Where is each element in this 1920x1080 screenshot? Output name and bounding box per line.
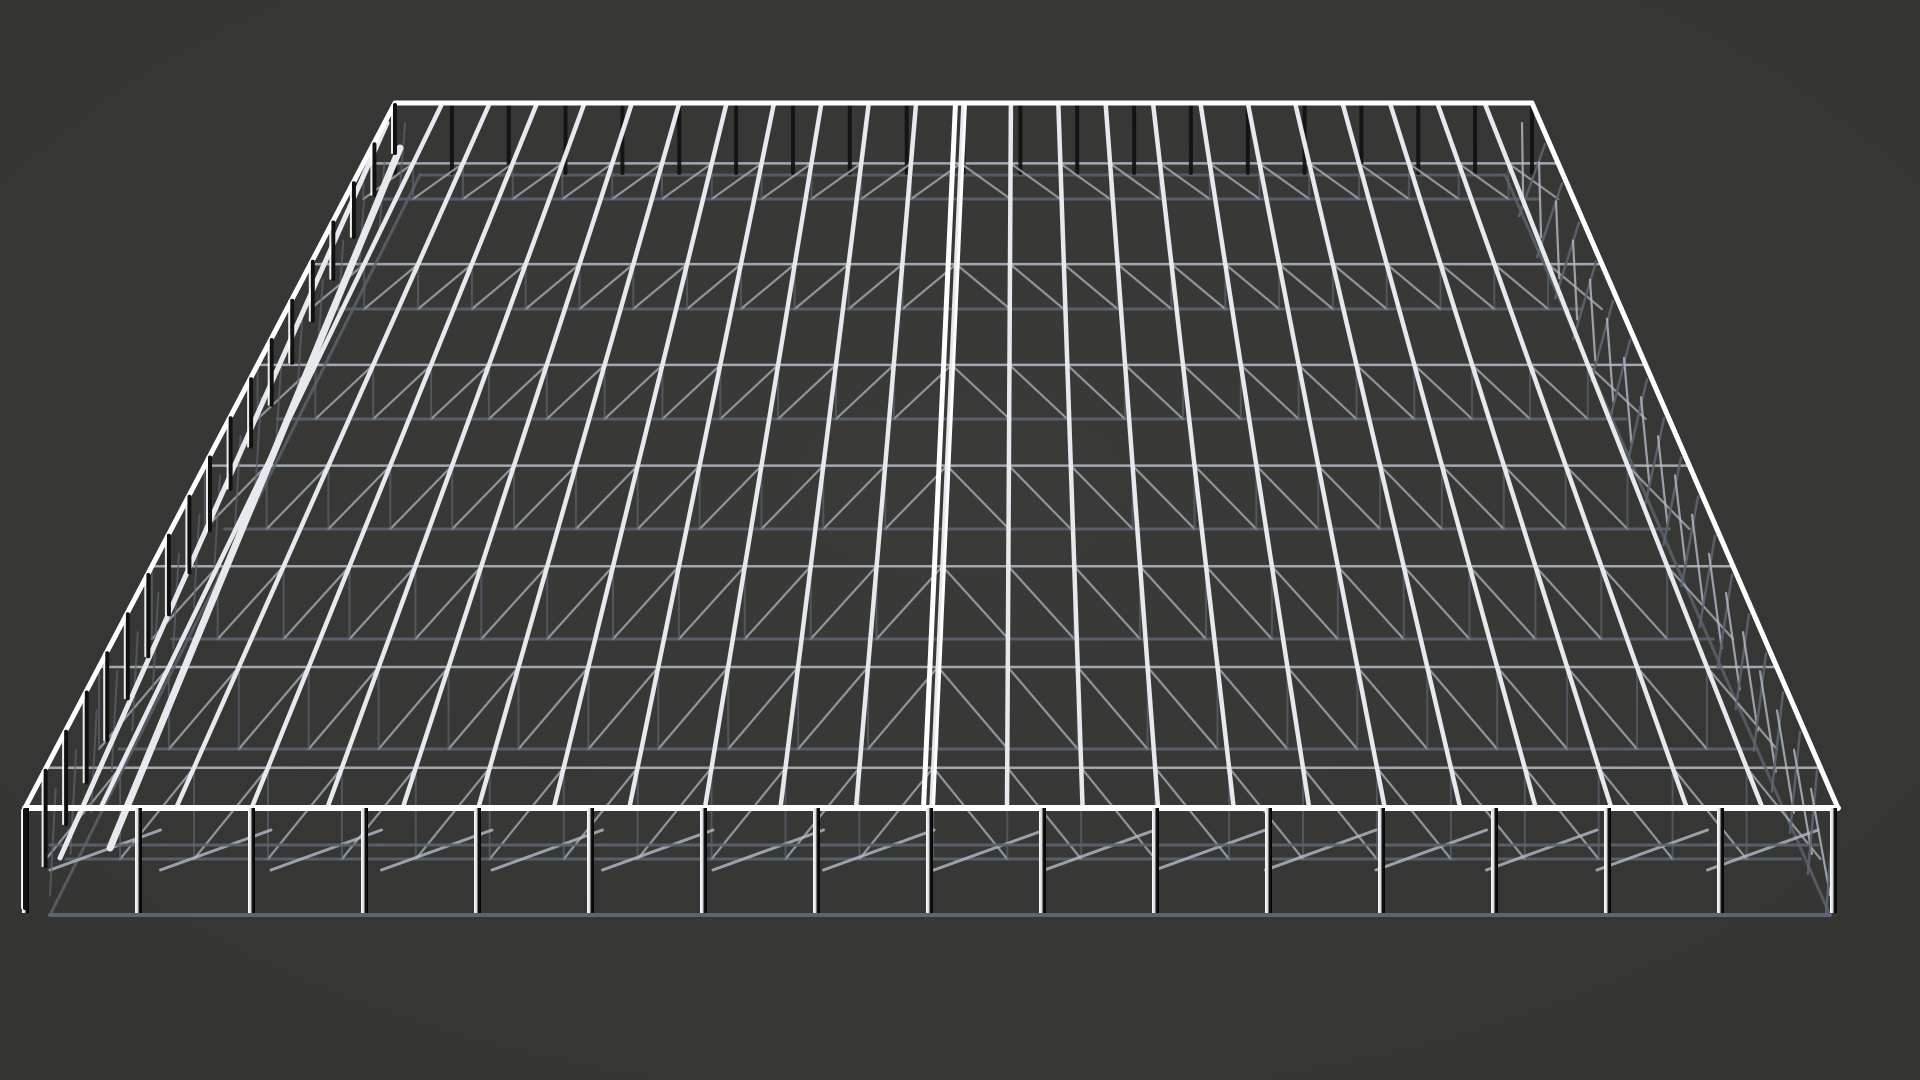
front-wall-post bbox=[474, 808, 481, 913]
front-wall-post bbox=[587, 808, 594, 913]
front-wall-post bbox=[361, 808, 368, 913]
front-wall-post bbox=[700, 808, 707, 913]
front-wall-post bbox=[1039, 808, 1046, 913]
front-wall-post bbox=[1717, 808, 1724, 913]
front-wall-post bbox=[1265, 808, 1272, 913]
front-wall-post bbox=[813, 808, 820, 913]
front-wall-post bbox=[1830, 808, 1837, 913]
front-wall-post bbox=[926, 808, 933, 913]
front-wall-post bbox=[1378, 808, 1385, 913]
front-wall-post bbox=[248, 808, 255, 913]
front-wall-post bbox=[1491, 808, 1498, 913]
front-wall-post bbox=[1604, 808, 1611, 913]
front-wall-post bbox=[135, 808, 142, 913]
front-wall-post bbox=[1152, 808, 1159, 913]
steel-frame-render bbox=[0, 0, 1920, 1080]
right-wall-brace bbox=[1520, 121, 1525, 198]
